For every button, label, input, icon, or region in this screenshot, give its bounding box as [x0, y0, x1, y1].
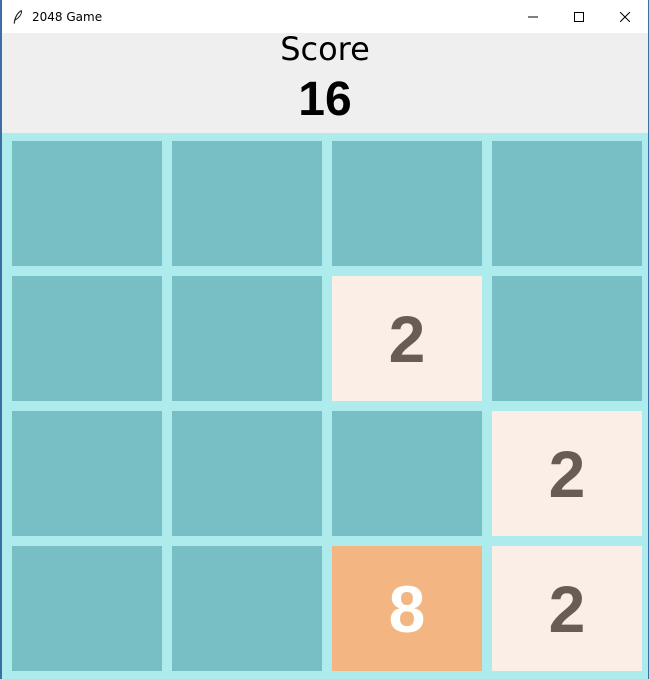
tile-2: 2: [492, 546, 642, 671]
empty-tile: [12, 276, 162, 401]
window-title: 2048 Game: [32, 9, 103, 24]
score-value: 16: [298, 73, 352, 126]
empty-tile: [492, 141, 642, 266]
score-label: Score: [280, 30, 370, 68]
maximize-icon: [574, 11, 584, 22]
minimize-button[interactable]: [510, 0, 556, 33]
empty-tile: [172, 546, 322, 671]
window-controls: [510, 0, 648, 33]
empty-tile: [172, 411, 322, 536]
feather-icon: [12, 9, 24, 24]
game-board[interactable]: 2282: [2, 133, 648, 679]
score-panel: Score 16: [2, 33, 648, 133]
close-icon: [620, 11, 630, 22]
empty-tile: [12, 141, 162, 266]
empty-tile: [332, 141, 482, 266]
title-bar[interactable]: 2048 Game: [2, 0, 648, 33]
close-button[interactable]: [602, 0, 648, 33]
empty-tile: [12, 546, 162, 671]
tile-2: 2: [332, 276, 482, 401]
minimize-icon: [528, 16, 538, 17]
empty-tile: [332, 411, 482, 536]
game-window: 2048 Game Score 16 2282: [0, 0, 649, 679]
empty-tile: [172, 141, 322, 266]
tile-8: 8: [332, 546, 482, 671]
maximize-button[interactable]: [556, 0, 602, 33]
empty-tile: [12, 411, 162, 536]
empty-tile: [492, 276, 642, 401]
tile-2: 2: [492, 411, 642, 536]
empty-tile: [172, 276, 322, 401]
